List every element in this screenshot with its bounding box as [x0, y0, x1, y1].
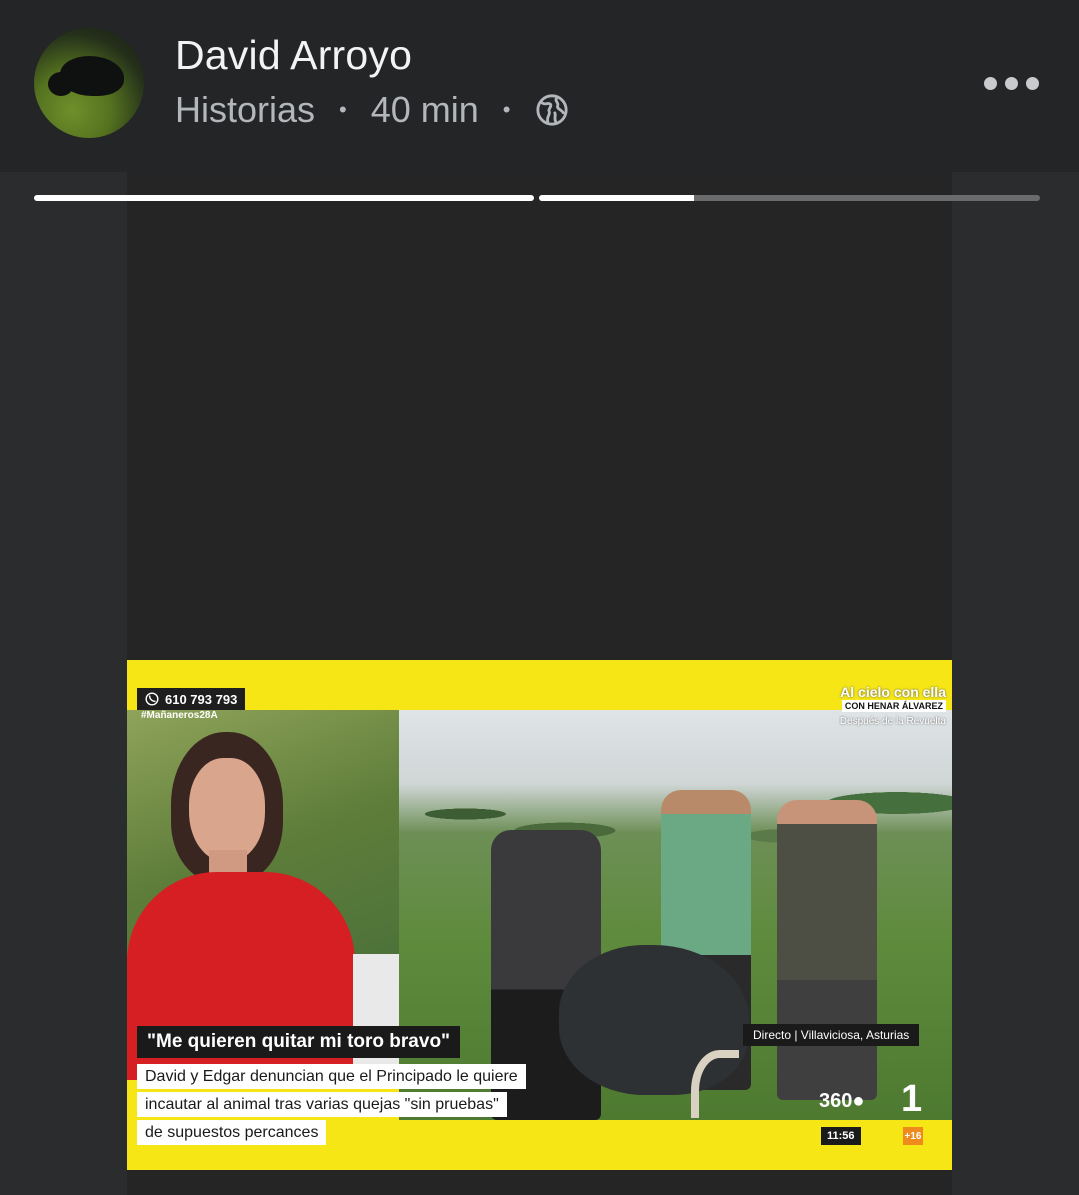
phone-badge: 610 793 793 [137, 688, 246, 710]
more-horizontal-icon [1026, 76, 1039, 90]
source-label: Historias [175, 89, 316, 130]
channel-logo-360-text: 360 [819, 1090, 853, 1112]
channel-logo-360: 360● [819, 1090, 865, 1112]
story-meta: Historias • 40 min • [175, 88, 569, 132]
show-sub: Después de la Revuelta [839, 716, 946, 727]
whatsapp-icon [145, 692, 159, 706]
story-progress-1 [34, 195, 534, 201]
more-horizontal-icon [984, 76, 997, 90]
age-rating-badge: +16 [903, 1127, 923, 1145]
more-horizontal-icon [1005, 76, 1018, 90]
avatar-bull-head-shape [48, 72, 74, 96]
reporter [777, 800, 877, 1100]
avatar[interactable] [34, 28, 144, 138]
more-options-button[interactable] [984, 70, 1042, 96]
field-video [399, 710, 952, 1120]
meta-separator: • [502, 97, 511, 122]
phone-number: 610 793 793 [165, 691, 238, 707]
time-ago: 40 min [370, 89, 479, 130]
hashtag: #Mañaneros28A [141, 710, 218, 721]
show-title: Al cielo con ella [840, 684, 946, 700]
story-progress-2 [539, 195, 1040, 201]
location-badge: Directo | Villaviciosa, Asturias [743, 1024, 920, 1046]
news-headline: "Me quieren quitar mi toro bravo" [137, 1026, 461, 1058]
story-progress-fill [539, 195, 695, 201]
author-name[interactable]: David Arroyo [175, 32, 412, 79]
subtitle-line: de supuestos percances [137, 1120, 327, 1145]
channel-logo-1: 1 [901, 1078, 923, 1120]
globe-icon [535, 94, 568, 126]
presenter-face-shape [189, 758, 265, 862]
show-host: CON HENAR ÁLVAREZ [841, 700, 946, 712]
story-header: David Arroyo Historias • 40 min • [0, 0, 1079, 172]
studio-panel-shape [353, 954, 399, 1080]
presenter-video [127, 710, 399, 1080]
story-media-image: 610 793 793 #Mañaneros28A Al cielo con e… [127, 660, 952, 1170]
subtitle-line: David y Edgar denuncian que el Principad… [137, 1064, 526, 1089]
story-progress-fill [34, 195, 534, 201]
meta-separator: • [339, 97, 347, 122]
broadcast-clock: 11:56 [821, 1127, 861, 1145]
subtitle-line: incautar al animal tras varias quejas "s… [137, 1092, 507, 1117]
